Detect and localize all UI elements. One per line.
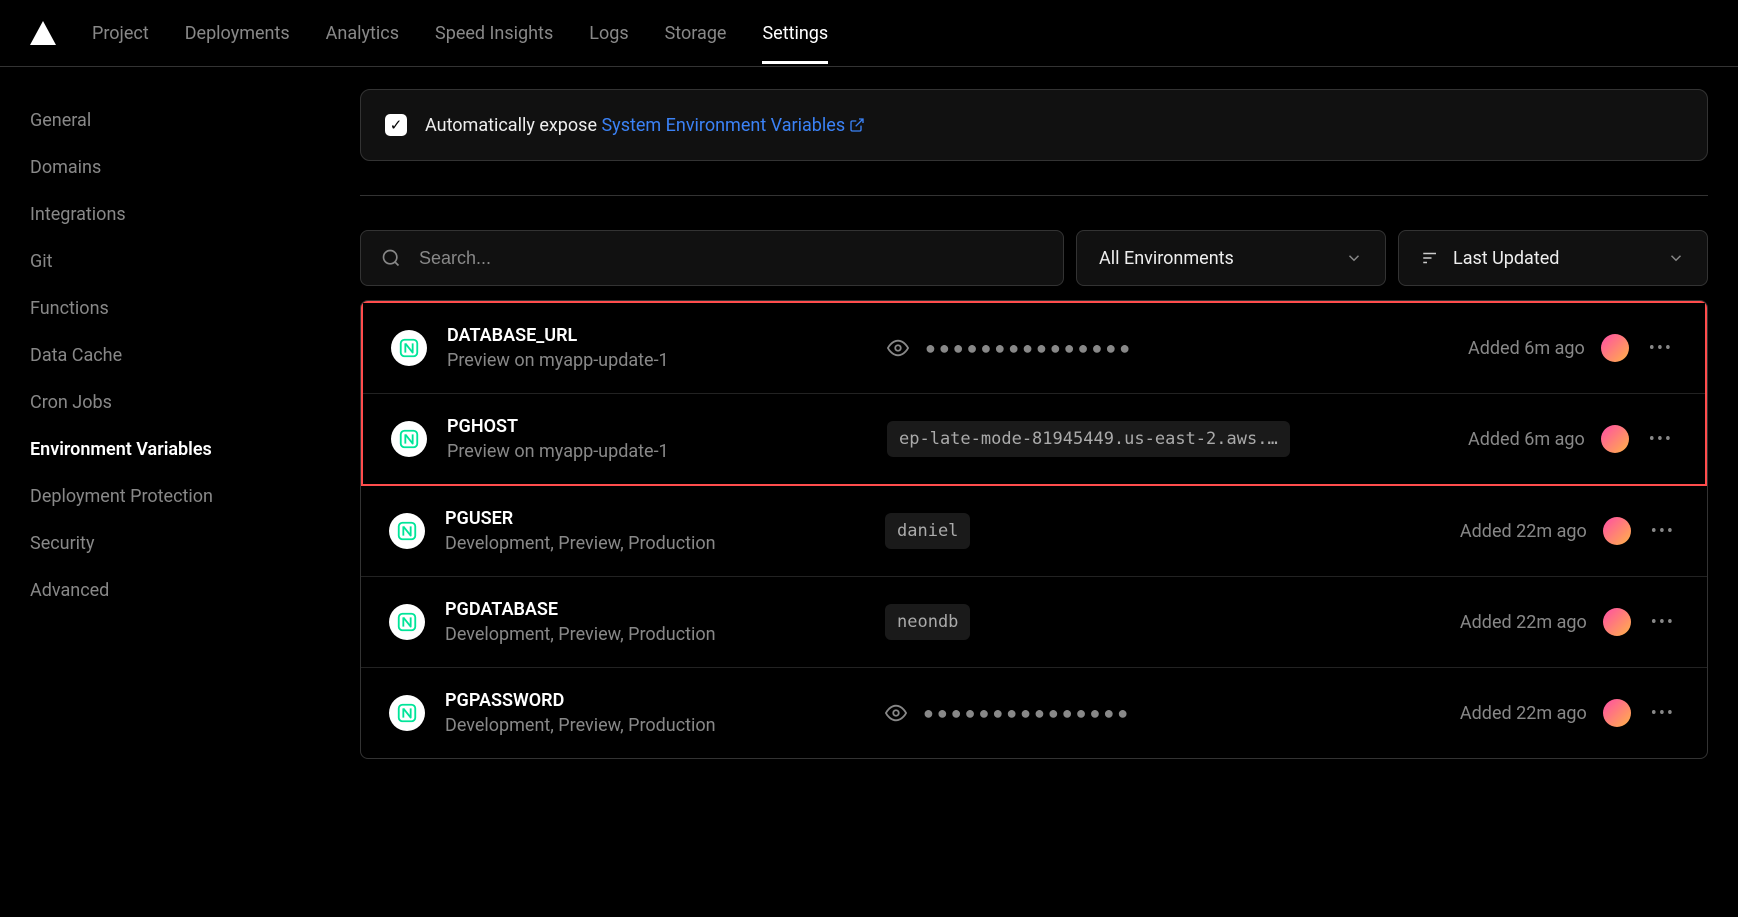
sidebar-item-advanced[interactable]: Advanced [30,567,360,614]
integration-icon [389,513,425,549]
sidebar-item-environment-variables[interactable]: Environment Variables [30,426,360,473]
eye-icon[interactable] [887,337,909,359]
author-avatar[interactable] [1603,608,1631,636]
sidebar-item-cron-jobs[interactable]: Cron Jobs [30,379,360,426]
env-var-scope: Preview on myapp-update-1 [447,350,867,371]
sort-icon [1421,249,1439,267]
added-timestamp: Added 22m ago [1460,612,1587,633]
env-var-scope: Development, Preview, Production [445,533,865,554]
env-var-key: PGPASSWORD [445,690,865,711]
sidebar-item-functions[interactable]: Functions [30,285,360,332]
nav-storage[interactable]: Storage [665,3,727,64]
divider [360,195,1708,196]
top-nav: Project Deployments Analytics Speed Insight… [0,0,1738,67]
env-var-value: ep-late-mode-81945449.us-east-2.aws.… [887,421,1290,457]
more-menu-button[interactable]: ••• [1647,612,1679,633]
nav-deployments[interactable]: Deployments [185,3,290,64]
sidebar-item-security[interactable]: Security [30,520,360,567]
environment-filter-dropdown[interactable]: All Environments [1076,230,1386,286]
env-var-row: PGHOST Preview on myapp-update-1 ep-late… [363,394,1705,484]
integration-icon [391,330,427,366]
eye-icon[interactable] [885,702,907,724]
nav-logs[interactable]: Logs [589,3,628,64]
env-vars-table: DATABASE_URL Preview on myapp-update-1 ●… [360,300,1708,759]
masked-value: ●●●●●●●●●●●●●●● [925,338,1133,359]
more-menu-button[interactable]: ••• [1645,338,1677,359]
auto-expose-label: Automatically expose System Environment … [425,115,865,136]
env-var-scope: Development, Preview, Production [445,624,865,645]
more-menu-button[interactable]: ••• [1647,703,1679,724]
nav-settings[interactable]: Settings [762,3,828,64]
masked-value: ●●●●●●●●●●●●●●● [923,703,1131,724]
more-menu-button[interactable]: ••• [1645,429,1677,450]
author-avatar[interactable] [1603,699,1631,727]
added-timestamp: Added 22m ago [1460,703,1587,724]
sidebar-item-data-cache[interactable]: Data Cache [30,332,360,379]
auto-expose-checkbox[interactable]: ✓ [385,114,407,136]
env-var-scope: Development, Preview, Production [445,715,865,736]
sidebar-item-deployment-protection[interactable]: Deployment Protection [30,473,360,520]
env-var-key: PGUSER [445,508,865,529]
author-avatar[interactable] [1603,517,1631,545]
integration-icon [389,695,425,731]
chevron-down-icon [1345,249,1363,267]
env-var-row: DATABASE_URL Preview on myapp-update-1 ●… [363,303,1705,394]
env-var-key: PGHOST [447,416,867,437]
added-timestamp: Added 6m ago [1468,338,1585,359]
sort-dropdown[interactable]: Last Updated [1398,230,1708,286]
auto-expose-box: ✓ Automatically expose System Environmen… [360,89,1708,161]
nav-project[interactable]: Project [92,3,149,64]
sidebar-item-git[interactable]: Git [30,238,360,285]
sidebar-item-integrations[interactable]: Integrations [30,191,360,238]
env-var-key: DATABASE_URL [447,325,867,346]
search-input[interactable] [419,248,1043,269]
env-var-row: PGDATABASE Development, Preview, Product… [361,577,1707,668]
author-avatar[interactable] [1601,425,1629,453]
system-env-vars-link[interactable]: System Environment Variables [601,115,865,136]
env-var-scope: Preview on myapp-update-1 [447,441,867,462]
author-avatar[interactable] [1601,334,1629,362]
more-menu-button[interactable]: ••• [1647,521,1679,542]
settings-sidebar: GeneralDomainsIntegrationsGitFunctionsDa… [30,89,360,759]
env-var-row: PGUSER Development, Preview, Production … [361,486,1707,577]
env-var-row: PGPASSWORD Development, Preview, Product… [361,668,1707,758]
integration-icon [389,604,425,640]
external-link-icon [849,115,865,136]
logo-triangle-icon[interactable] [30,21,56,45]
added-timestamp: Added 22m ago [1460,521,1587,542]
content-area: ✓ Automatically expose System Environmen… [360,89,1708,759]
chevron-down-icon [1667,249,1685,267]
search-box[interactable] [360,230,1064,286]
sidebar-item-general[interactable]: General [30,97,360,144]
env-var-value: daniel [885,513,970,549]
nav-analytics[interactable]: Analytics [326,3,399,64]
sidebar-item-domains[interactable]: Domains [30,144,360,191]
highlighted-rows: DATABASE_URL Preview on myapp-update-1 ●… [361,301,1707,486]
env-var-value: neondb [885,604,970,640]
search-icon [381,248,401,268]
integration-icon [391,421,427,457]
filters-row: All Environments Last Updated [360,230,1708,286]
added-timestamp: Added 6m ago [1468,429,1585,450]
env-var-key: PGDATABASE [445,599,865,620]
nav-speed-insights[interactable]: Speed Insights [435,3,553,64]
